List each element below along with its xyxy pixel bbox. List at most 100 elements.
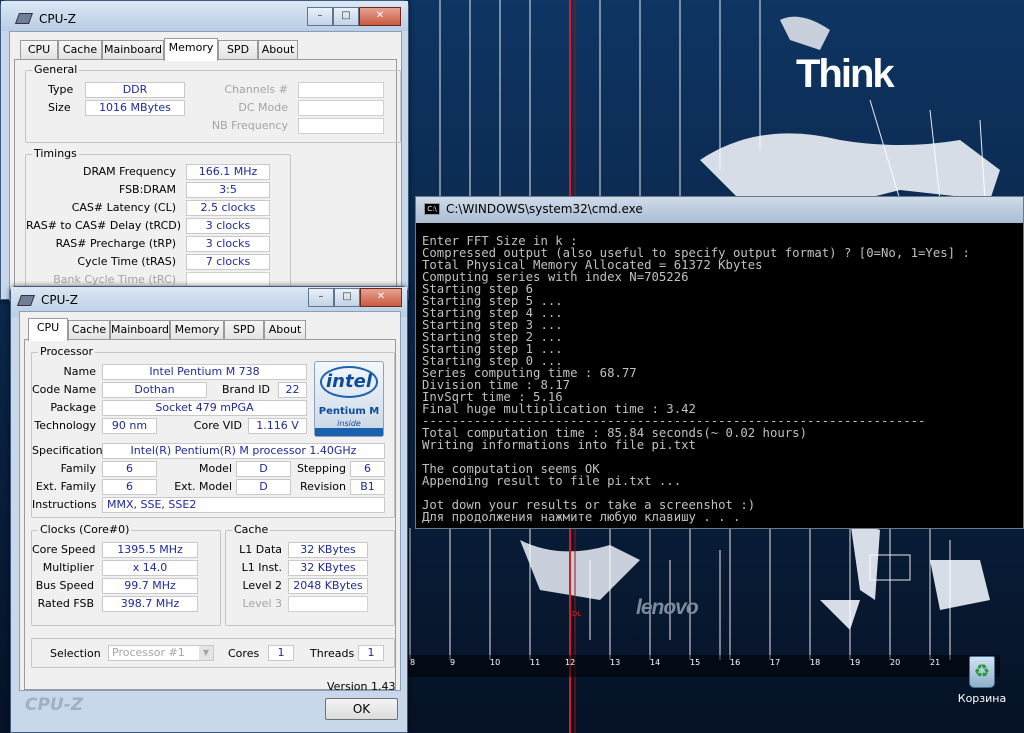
revision-label: Revision bbox=[300, 480, 346, 493]
processor-select[interactable]: Processor #1 ▼ bbox=[108, 645, 214, 661]
timing-label: CAS# Latency (CL) bbox=[71, 201, 176, 214]
name-value: Intel Pentium M 738 bbox=[102, 364, 307, 380]
tab-spd[interactable]: SPD bbox=[218, 40, 258, 60]
timezone-label: 16 bbox=[730, 658, 741, 667]
intel-pentium-m-logo: intel Pentium M inside bbox=[314, 361, 384, 437]
brand-id-label: Brand ID bbox=[222, 383, 270, 396]
tab-about[interactable]: About bbox=[264, 320, 306, 340]
general-title: General bbox=[32, 63, 80, 76]
cpuz-app-icon bbox=[14, 13, 34, 24]
timing-value: 166.1 MHz bbox=[186, 164, 270, 180]
tab-strip: CPU Cache Mainboard Memory SPD About bbox=[10, 38, 401, 61]
minimize-button[interactable]: – bbox=[308, 288, 334, 307]
console-output[interactable]: Enter FFT Size in k : Compressed output (… bbox=[422, 235, 970, 523]
bus-speed-label: Bus Speed bbox=[35, 579, 94, 592]
close-button[interactable]: ✕ bbox=[359, 7, 401, 26]
tab-mainboard[interactable]: Mainboard bbox=[102, 40, 164, 60]
level3-label: Level 3 bbox=[242, 597, 282, 610]
intel-wordmark: intel bbox=[320, 366, 378, 398]
recycle-bin-label: Корзина bbox=[957, 692, 1007, 705]
tab-cache[interactable]: Cache bbox=[68, 320, 110, 340]
cmd-title: C:\WINDOWS\system32\cmd.exe bbox=[446, 202, 643, 216]
cpuz-memory-body: CPU Cache Mainboard Memory SPD About General … bbox=[9, 31, 402, 334]
core-speed-value: 1395.5 MHz bbox=[102, 542, 198, 558]
model-value: D bbox=[236, 461, 291, 477]
revision-value: B1 bbox=[350, 479, 385, 495]
rated-fsb-value: 398.7 MHz bbox=[102, 596, 198, 612]
cmd-icon: C:\ bbox=[424, 203, 440, 215]
channels-label: Channels # bbox=[224, 83, 288, 96]
tab-cpu[interactable]: CPU bbox=[28, 318, 68, 341]
ok-button[interactable]: OK bbox=[325, 698, 398, 720]
core-speed-label: Core Speed bbox=[32, 543, 96, 556]
tab-strip: CPU Cache Mainboard Memory SPD About bbox=[20, 318, 400, 341]
timezone-label: 19 bbox=[850, 658, 861, 667]
maximize-button[interactable]: □ bbox=[333, 7, 359, 26]
cpuz-watermark: CPU-Z bbox=[25, 695, 84, 715]
package-label: Package bbox=[50, 401, 96, 414]
tab-cache[interactable]: Cache bbox=[58, 40, 102, 60]
cmd-title-bar[interactable]: C:\ C:\WINDOWS\system32\cmd.exe bbox=[416, 197, 1023, 223]
family-label: Family bbox=[60, 462, 96, 475]
processor-title: Processor bbox=[38, 345, 95, 358]
nb-frequency-label: NB Frequency bbox=[211, 119, 288, 132]
selection-bar: Selection Processor #1 ▼ Cores 1 Threads… bbox=[31, 638, 395, 668]
minimize-button[interactable]: – bbox=[307, 7, 333, 26]
window-title: CPU-Z bbox=[41, 293, 78, 307]
brand-id-value: 22 bbox=[278, 382, 307, 398]
size-value: 1016 MBytes bbox=[85, 100, 185, 116]
window-title: CPU-Z bbox=[39, 12, 76, 26]
processor-select-value: Processor #1 bbox=[112, 646, 185, 659]
ext-family-label: Ext. Family bbox=[35, 480, 96, 493]
timing-value: 3:5 bbox=[186, 182, 270, 198]
timing-value: 2.5 clocks bbox=[186, 200, 270, 216]
clocks-group: Clocks (Core#0) Core Speed 1395.5 MHz Mu… bbox=[31, 523, 221, 626]
timing-label: Cycle Time (tRAS) bbox=[77, 255, 176, 268]
tab-memory[interactable]: Memory bbox=[164, 38, 218, 61]
selection-label: Selection bbox=[50, 647, 101, 660]
timezone-label: 14 bbox=[650, 658, 661, 667]
cpuz-memory-window[interactable]: CPU-Z – □ ✕ CPU Cache Mainboard Memory SPD Ab… bbox=[0, 0, 409, 334]
cpuz-app-icon bbox=[16, 295, 36, 306]
tab-spd[interactable]: SPD bbox=[224, 320, 264, 340]
bus-speed-value: 99.7 MHz bbox=[102, 578, 198, 594]
model-label: Model bbox=[198, 462, 232, 475]
stepping-value: 6 bbox=[350, 461, 385, 477]
technology-label: Technology bbox=[34, 419, 96, 432]
timing-value: 3 clocks bbox=[186, 236, 270, 252]
codename-label: Code Name bbox=[32, 383, 97, 396]
tab-memory[interactable]: Memory bbox=[170, 320, 224, 340]
type-label: Type bbox=[48, 83, 74, 96]
timezone-label: 13 bbox=[610, 658, 621, 667]
thinkpad-logo: Think bbox=[796, 52, 895, 96]
timings-title: Timings bbox=[32, 147, 79, 160]
recycle-bin[interactable]: ♻ Корзина bbox=[950, 656, 1014, 705]
timing-label: RAS# to CAS# Delay (tRCD) bbox=[26, 219, 182, 232]
level3-value bbox=[288, 596, 368, 612]
inside-label: inside bbox=[337, 419, 361, 428]
dc-mode-value bbox=[298, 100, 384, 116]
cmd-window[interactable]: C:\ C:\WINDOWS\system32\cmd.exe Enter FF… bbox=[415, 196, 1024, 529]
cache-group: Cache L1 Data 32 KBytes L1 Inst. 32 KByt… bbox=[225, 523, 395, 626]
timezone-label: 11 bbox=[530, 658, 541, 667]
threads-value: 1 bbox=[358, 645, 384, 661]
tab-cpu[interactable]: CPU bbox=[20, 40, 58, 60]
timezone-label: 9 bbox=[450, 658, 456, 667]
cores-label: Cores bbox=[228, 647, 260, 660]
tab-mainboard[interactable]: Mainboard bbox=[110, 320, 170, 340]
cpuz-cpu-window[interactable]: CPU-Z – □ ✕ CPU Cache Mainboard Memory SPD Ab… bbox=[10, 286, 408, 733]
technology-value: 90 nm bbox=[102, 418, 157, 434]
memory-panel: General Type DDR Size 1016 MBytes Channe… bbox=[14, 59, 401, 334]
chevron-down-icon[interactable]: ▼ bbox=[199, 646, 213, 660]
console-line: Для продолжения нажмите любую клавишу . … bbox=[422, 510, 741, 524]
threads-label: Threads bbox=[310, 647, 355, 660]
core-vid-value: 1.116 V bbox=[248, 418, 307, 434]
timezone-label: 18 bbox=[810, 658, 821, 667]
maximize-button[interactable]: □ bbox=[334, 288, 360, 307]
timing-label: RAS# Precharge (tRP) bbox=[55, 237, 176, 250]
cpuz-cpu-body: CPU Cache Mainboard Memory SPD About Processo… bbox=[19, 311, 401, 693]
tab-about[interactable]: About bbox=[258, 40, 298, 60]
close-button[interactable]: ✕ bbox=[360, 288, 402, 307]
timing-value: 7 clocks bbox=[186, 254, 270, 270]
cache-title: Cache bbox=[232, 523, 271, 536]
